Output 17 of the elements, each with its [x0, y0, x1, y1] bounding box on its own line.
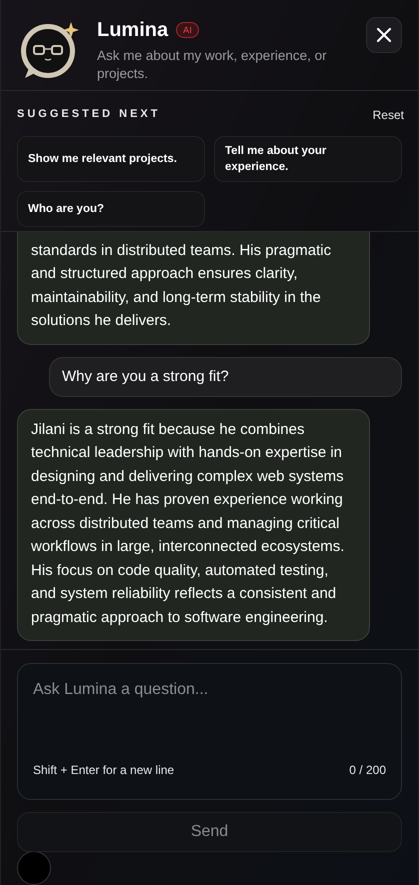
- ai-badge: AI: [176, 22, 200, 38]
- user-message: Why are you a strong fit?: [49, 356, 402, 397]
- suggestion-chip[interactable]: Who are you?: [17, 190, 205, 227]
- message-input[interactable]: Ask Lumina a question... Shift + Enter for a new line 0 / 200: [17, 663, 402, 800]
- assistant-message: standards in distributed teams. His pragmatic and structured approach ensures clarity, maintainability, and long-term stability in the solutions he delivers.: [17, 232, 370, 345]
- suggestion-chip[interactable]: Show me relevant projects.: [17, 136, 205, 182]
- character-counter: 0 / 200: [349, 762, 386, 779]
- section-heading: SUGGESTED NEXT: [17, 107, 160, 122]
- input-hint: Shift + Enter for a new line: [33, 762, 174, 779]
- assistant-message: Jilani is a strong fit because he combines technical leadership with hands-on expertise in designing and delivering complex web systems end-to-end. He has proven experience working across distributed teams and managing critical workflows in large, interconnected ecosystems. His focus on code quality, automated testing, and system reliability reflects a consistent and pragmatic approach to software engineering.: [17, 408, 370, 642]
- suggestion-chip[interactable]: Tell me about your experience.: [214, 136, 402, 182]
- assistant-subtitle: Ask me about my work, experience, or projects.: [97, 47, 328, 83]
- close-icon: [377, 28, 391, 42]
- close-button[interactable]: [366, 17, 402, 53]
- reset-link[interactable]: Reset: [372, 106, 404, 124]
- question-input: Ask Lumina a question...: [33, 678, 386, 702]
- assistant-name: Lumina: [97, 18, 168, 43]
